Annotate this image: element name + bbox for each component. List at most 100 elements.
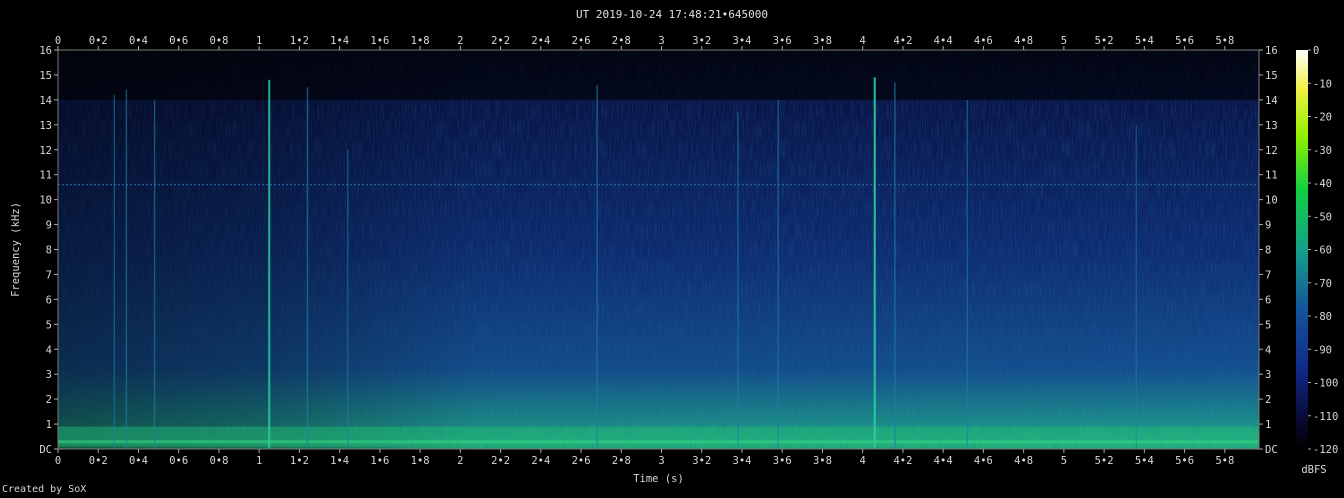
colorbar-tick-label-12: -120 [1313, 444, 1338, 456]
y-tick-label-left-16: 16 [39, 45, 52, 57]
y-tick-label-left-6: 6 [46, 294, 52, 306]
x-tick-label-top-23: 4•6 [974, 35, 993, 47]
x-tick-label-top-29: 5•8 [1215, 35, 1234, 47]
y-tick-label-right-10: 10 [1265, 195, 1278, 207]
y-tick-label-left-8: 8 [46, 245, 52, 257]
colorbar-tick-label-10: -100 [1313, 378, 1338, 390]
y-tick-label-left-13: 13 [39, 120, 52, 132]
x-tick-label-bottom-1: 0•2 [89, 455, 108, 467]
x-tick-label-top-22: 4•4 [934, 35, 953, 47]
x-tick-label-bottom-26: 5•2 [1095, 455, 1114, 467]
y-tick-label-right-14: 14 [1265, 95, 1278, 107]
early-quiet-region [58, 50, 1259, 449]
x-tick-label-top-18: 3•6 [773, 35, 792, 47]
x-tick-label-top-25: 5 [1061, 35, 1067, 47]
y-tick-label-right-6: 6 [1265, 294, 1271, 306]
x-tick-label-bottom-16: 3•2 [692, 455, 711, 467]
x-tick-label-bottom-19: 3•8 [813, 455, 832, 467]
x-tick-label-bottom-23: 4•6 [974, 455, 993, 467]
x-tick-label-top-17: 3•4 [733, 35, 752, 47]
y-tick-label-right-12: 12 [1265, 145, 1278, 157]
x-tick-label-top-19: 3•8 [813, 35, 832, 47]
y-tick-label-right-0: DC [1265, 444, 1278, 456]
spectrogram-chart: 000•20•20•40•40•60•60•80•8111•21•21•41•4… [10, 35, 1338, 484]
x-axis-label: Time (s) [633, 473, 684, 484]
x-tick-label-bottom-11: 2•2 [491, 455, 510, 467]
y-tick-label-right-2: 2 [1265, 394, 1271, 406]
y-tick-label-left-14: 14 [39, 95, 52, 107]
y-tick-label-right-5: 5 [1265, 319, 1271, 331]
x-tick-label-bottom-10: 2 [457, 455, 463, 467]
y-tick-label-left-2: 2 [46, 394, 52, 406]
credit-text: Created by SoX [2, 484, 87, 495]
spectrogram-plot-area [58, 50, 1259, 449]
x-tick-label-top-20: 4 [860, 35, 866, 47]
x-tick-label-top-7: 1•4 [330, 35, 349, 47]
low-frequency-band [58, 426, 1259, 447]
x-tick-label-top-0: 0 [55, 35, 61, 47]
x-tick-label-bottom-12: 2•4 [531, 455, 550, 467]
y-tick-label-left-12: 12 [39, 145, 52, 157]
x-tick-label-top-28: 5•6 [1175, 35, 1194, 47]
x-tick-label-bottom-4: 0•8 [209, 455, 228, 467]
colorbar-label: dBFS [1301, 464, 1326, 476]
x-tick-label-bottom-6: 1•2 [290, 455, 309, 467]
x-tick-label-top-27: 5•4 [1135, 35, 1154, 47]
x-tick-label-top-3: 0•6 [169, 35, 188, 47]
y-tick-label-left-10: 10 [39, 195, 52, 207]
y-tick-label-left-9: 9 [46, 220, 52, 232]
x-tick-label-bottom-13: 2•6 [572, 455, 591, 467]
x-tick-label-top-6: 1•2 [290, 35, 309, 47]
y-axis-label: Frequency (kHz) [10, 202, 22, 297]
y-tick-label-right-7: 7 [1265, 269, 1271, 281]
x-tick-label-top-11: 2•2 [491, 35, 510, 47]
x-tick-label-top-4: 0•8 [209, 35, 228, 47]
hum-line-low [58, 440, 1259, 444]
x-tick-label-bottom-9: 1•8 [411, 455, 430, 467]
y-tick-label-left-1: 1 [46, 419, 52, 431]
x-tick-label-top-16: 3•2 [692, 35, 711, 47]
colorbar-tick-label-3: -30 [1313, 145, 1332, 157]
x-tick-label-top-26: 5•2 [1095, 35, 1114, 47]
colorbar-tick-label-5: -50 [1313, 211, 1332, 223]
x-tick-label-bottom-29: 5•8 [1215, 455, 1234, 467]
x-tick-label-top-5: 1 [256, 35, 262, 47]
y-tick-label-left-0: DC [39, 444, 52, 456]
colorbar-tick-label-4: -40 [1313, 178, 1332, 190]
x-tick-label-bottom-20: 4 [860, 455, 866, 467]
x-tick-label-bottom-15: 3 [658, 455, 664, 467]
x-tick-label-top-24: 4•8 [1014, 35, 1033, 47]
y-tick-label-right-11: 11 [1265, 170, 1278, 182]
x-tick-label-top-21: 4•2 [893, 35, 912, 47]
x-tick-label-bottom-7: 1•4 [330, 455, 349, 467]
x-tick-label-top-10: 2 [457, 35, 463, 47]
y-tick-label-right-3: 3 [1265, 369, 1271, 381]
y-tick-label-right-15: 15 [1265, 70, 1278, 82]
colorbar-tick-label-6: -60 [1313, 245, 1332, 257]
x-tick-label-bottom-21: 4•2 [893, 455, 912, 467]
x-tick-label-bottom-5: 1 [256, 455, 262, 467]
x-tick-label-top-14: 2•8 [612, 35, 631, 47]
y-tick-label-right-13: 13 [1265, 120, 1278, 132]
x-tick-label-bottom-25: 5 [1061, 455, 1067, 467]
x-tick-label-bottom-2: 0•4 [129, 455, 148, 467]
colorbar-tick-label-7: -70 [1313, 278, 1332, 290]
x-tick-label-bottom-27: 5•4 [1135, 455, 1154, 467]
colorbar [1296, 50, 1308, 449]
x-tick-label-top-15: 3 [658, 35, 664, 47]
x-tick-label-top-12: 2•4 [531, 35, 550, 47]
colorbar-tick-label-0: 0 [1313, 45, 1319, 57]
x-tick-label-bottom-22: 4•4 [934, 455, 953, 467]
y-tick-label-right-9: 9 [1265, 220, 1271, 232]
y-tick-label-right-4: 4 [1265, 344, 1271, 356]
x-tick-label-top-13: 2•6 [572, 35, 591, 47]
y-tick-label-right-8: 8 [1265, 245, 1271, 257]
y-tick-label-left-15: 15 [39, 70, 52, 82]
colorbar-tick-label-2: -20 [1313, 112, 1332, 124]
y-tick-label-right-1: 1 [1265, 419, 1271, 431]
x-tick-label-bottom-8: 1•6 [370, 455, 389, 467]
colorbar-tick-label-9: -90 [1313, 344, 1332, 356]
colorbar-tick-label-1: -10 [1313, 78, 1332, 90]
x-tick-label-bottom-17: 3•4 [733, 455, 752, 467]
x-tick-label-bottom-24: 4•8 [1014, 455, 1033, 467]
